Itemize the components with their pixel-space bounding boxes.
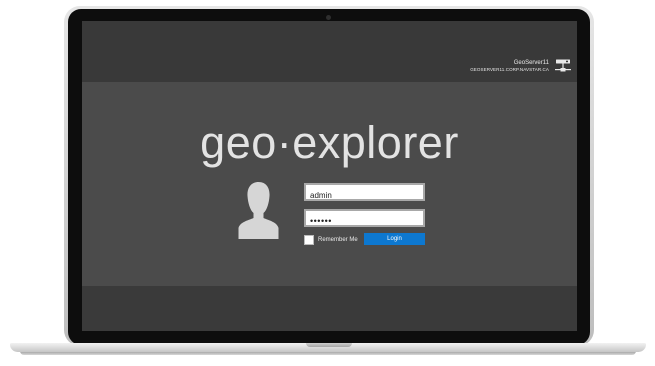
app-logo: geo·explorer bbox=[200, 117, 459, 168]
user-silhouette-icon bbox=[238, 182, 279, 239]
password-field-frame bbox=[304, 209, 425, 228]
password-input[interactable] bbox=[306, 214, 423, 228]
username-input[interactable] bbox=[306, 188, 423, 203]
remember-me-label: Remember Me bbox=[318, 237, 358, 243]
remember-me-checkbox[interactable] bbox=[304, 235, 314, 245]
bottom-bar bbox=[82, 286, 577, 331]
screen: GeoServer11 GEOSERVER11.CORP.NAVSTAR.CA … bbox=[82, 21, 577, 331]
remember-me[interactable]: Remember Me bbox=[304, 235, 358, 245]
server-name: GeoServer11 bbox=[513, 60, 549, 66]
network-server-icon bbox=[555, 59, 571, 72]
camera-icon bbox=[326, 15, 331, 20]
server-host: GEOSERVER11.CORP.NAVSTAR.CA bbox=[470, 67, 549, 72]
server-info: GeoServer11 GEOSERVER11.CORP.NAVSTAR.CA bbox=[470, 60, 549, 73]
username-field-frame bbox=[304, 183, 425, 203]
login-button[interactable]: Login bbox=[364, 233, 425, 245]
laptop-notch bbox=[306, 343, 352, 347]
